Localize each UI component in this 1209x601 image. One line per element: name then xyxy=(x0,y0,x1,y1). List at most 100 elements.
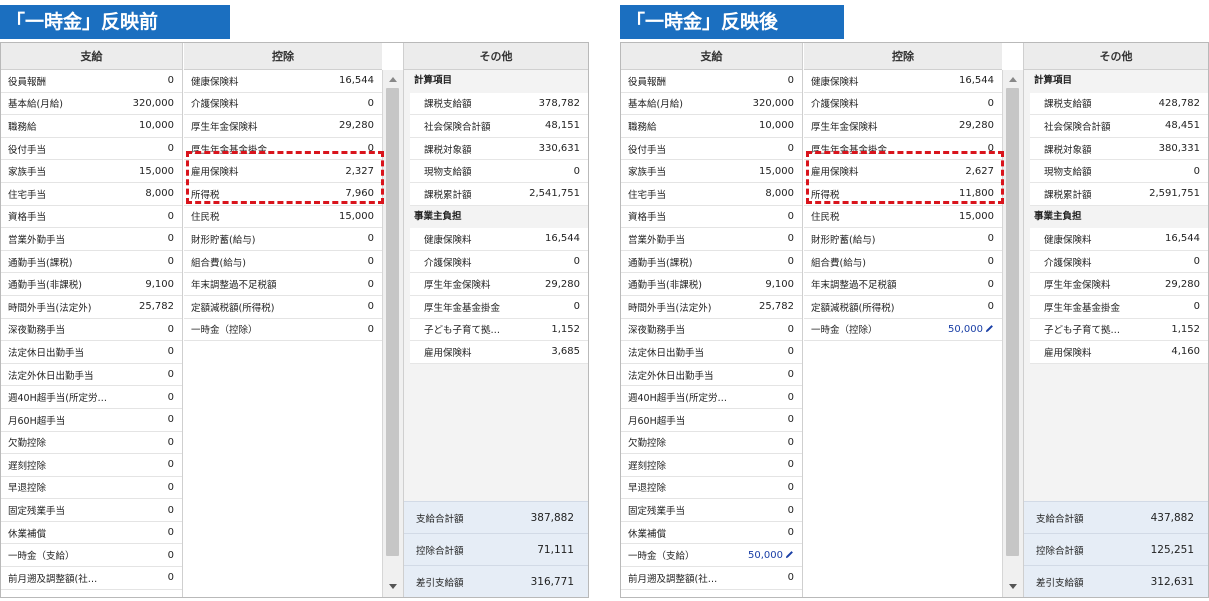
table-row[interactable]: 通勤手当(非課税) 9,100 xyxy=(1,273,182,296)
table-row[interactable]: 基本給(月給) 320,000 xyxy=(1,93,182,116)
table-row[interactable]: 家族手当 15,000 xyxy=(621,160,802,183)
table-row[interactable]: 時間外手当(法定外) 25,782 xyxy=(621,296,802,319)
table-row[interactable]: 前月遡及調整額(社… 0 xyxy=(1,567,182,590)
table-row[interactable]: 通勤手当(非課税) 9,100 xyxy=(621,273,802,296)
table-row[interactable]: 法定外休日出勤手当 0 xyxy=(621,364,802,387)
table-row[interactable]: 住宅手当 8,000 xyxy=(1,183,182,206)
table-row[interactable]: 住民税 15,000 xyxy=(804,206,1002,229)
table-row[interactable]: 固定残業手当 0 xyxy=(1,499,182,522)
table-row[interactable]: 役員報酬 0 xyxy=(621,70,802,93)
row-label: 時間外手当(法定外) xyxy=(628,302,712,314)
row-label: 欠勤控除 xyxy=(8,438,47,450)
other-row: 課税対象額 380,331 xyxy=(1030,137,1208,161)
table-row[interactable]: 役員報酬 0 xyxy=(1,70,182,93)
table-row[interactable]: 健康保険料 16,544 xyxy=(804,70,1002,93)
scroll-down-arrow-icon[interactable] xyxy=(1009,584,1017,589)
row-value-text: 0 xyxy=(787,369,794,381)
vertical-scrollbar[interactable] xyxy=(382,70,403,597)
table-row[interactable]: 通勤手当(課税) 0 xyxy=(1,251,182,274)
table-row[interactable]: 年末調整過不足税額 0 xyxy=(184,273,382,296)
table-row[interactable]: 基本給(月給) 320,000 xyxy=(621,93,802,116)
table-row[interactable]: 職務給 10,000 xyxy=(621,115,802,138)
table-row[interactable]: 介護保険料 0 xyxy=(804,93,1002,116)
table-row[interactable]: 厚生年金保険料 29,280 xyxy=(184,115,382,138)
table-row[interactable]: 組合費(給与) 0 xyxy=(184,251,382,274)
column-header-kojo: 控除 xyxy=(804,43,1002,70)
table-row[interactable]: 早退控除 0 xyxy=(621,477,802,500)
row-value-text: 0 xyxy=(367,97,374,109)
table-row[interactable]: 休業補償 0 xyxy=(621,522,802,545)
table-row[interactable]: 遅刻控除 0 xyxy=(621,454,802,477)
table-row[interactable]: 週40H超手当(所定労… 0 xyxy=(1,386,182,409)
table-row[interactable]: 財形貯蓄(給与) 0 xyxy=(184,228,382,251)
scrollbar-thumb[interactable] xyxy=(386,88,399,556)
table-row[interactable]: 通勤手当(課税) 0 xyxy=(621,251,802,274)
table-row[interactable]: 法定外休日出勤手当 0 xyxy=(1,364,182,387)
table-row[interactable]: 役付手当 0 xyxy=(1,138,182,161)
table-row[interactable]: 雇用保険料 2,627 xyxy=(804,160,1002,183)
table-row[interactable]: 営業外勤手当 0 xyxy=(1,228,182,251)
table-row[interactable]: 組合費(給与) 0 xyxy=(804,251,1002,274)
table-row[interactable]: 法定休日出勤手当 0 xyxy=(621,341,802,364)
table-row[interactable]: 住民税 15,000 xyxy=(184,206,382,229)
table-row[interactable]: 遅刻控除 0 xyxy=(1,454,182,477)
pencil-icon[interactable] xyxy=(785,550,794,559)
row-value: 11,800 xyxy=(959,188,994,199)
table-row[interactable]: 厚生年金保険料 29,280 xyxy=(804,115,1002,138)
row-label: 財形貯蓄(給与) xyxy=(191,234,256,246)
row-value[interactable]: 50,000 xyxy=(948,324,994,335)
column-other: その他 計算項目 課税支給額 378,782 社会保険合計額 48,151 課税対象額 33… xyxy=(403,43,588,597)
table-row[interactable]: 役付手当 0 xyxy=(621,138,802,161)
table-row[interactable]: 介護保険料 0 xyxy=(184,93,382,116)
table-row[interactable]: 住宅手当 8,000 xyxy=(621,183,802,206)
table-row[interactable]: 欠勤控除 0 xyxy=(621,432,802,455)
table-row[interactable]: 職務給 10,000 xyxy=(1,115,182,138)
table-row[interactable]: 資格手当 0 xyxy=(621,206,802,229)
table-row[interactable]: 深夜勤務手当 0 xyxy=(1,319,182,342)
vertical-scrollbar[interactable] xyxy=(1002,70,1023,597)
row-value: 29,280 xyxy=(959,120,994,131)
table-row[interactable]: 所得税 7,960 xyxy=(184,183,382,206)
table-row[interactable]: 欠勤控除 0 xyxy=(1,432,182,455)
table-row[interactable]: 厚生年金基金掛金 0 xyxy=(184,138,382,161)
table-row[interactable]: 定額減税額(所得税) 0 xyxy=(804,296,1002,319)
row-label: 組合費(給与) xyxy=(811,257,866,269)
row-value-text: 0 xyxy=(787,210,794,222)
scroll-down-arrow-icon[interactable] xyxy=(389,584,397,589)
scroll-up-arrow-icon[interactable] xyxy=(1009,77,1017,82)
pencil-icon[interactable] xyxy=(985,324,994,333)
table-row[interactable]: 一時金（支給） 50,000 xyxy=(621,544,802,568)
table-row[interactable]: 財形貯蓄(給与) 0 xyxy=(804,228,1002,251)
table-row[interactable]: 健康保険料 16,544 xyxy=(184,70,382,93)
table-row[interactable]: 早退控除 0 xyxy=(1,477,182,500)
table-row[interactable]: 家族手当 15,000 xyxy=(1,160,182,183)
row-label: 営業外勤手当 xyxy=(628,234,686,246)
scrollbar-thumb[interactable] xyxy=(1006,88,1019,556)
table-row[interactable]: 資格手当 0 xyxy=(1,206,182,229)
table-row[interactable]: 営業外勤手当 0 xyxy=(621,228,802,251)
table-row[interactable]: 一時金（控除） 50,000 xyxy=(804,319,1002,342)
table-row[interactable]: 所得税 11,800 xyxy=(804,183,1002,206)
row-label: 通勤手当(課税) xyxy=(628,257,693,269)
table-row[interactable]: 定額減税額(所得税) 0 xyxy=(184,296,382,319)
table-row[interactable]: 一時金（支給） 0 xyxy=(1,544,182,568)
table-row[interactable]: 前月遡及調整額(社… 0 xyxy=(621,567,802,590)
table-row[interactable]: 月60H超手当 0 xyxy=(1,409,182,432)
table-row[interactable]: 週40H超手当(所定労… 0 xyxy=(621,386,802,409)
row-value: 8,000 xyxy=(765,188,794,199)
row-value: 0 xyxy=(788,324,794,335)
table-row[interactable]: 一時金（控除） 0 xyxy=(184,319,382,342)
table-row[interactable]: 法定休日出勤手当 0 xyxy=(1,341,182,364)
row-value[interactable]: 50,000 xyxy=(748,550,794,561)
table-row[interactable]: 月60H超手当 0 xyxy=(621,409,802,432)
row-label: 課税対象額 xyxy=(424,144,472,156)
table-row[interactable]: 年末調整過不足税額 0 xyxy=(804,273,1002,296)
table-row[interactable]: 厚生年金基金掛金 0 xyxy=(804,138,1002,161)
table-row[interactable]: 深夜勤務手当 0 xyxy=(621,319,802,342)
table-row[interactable]: 時間外手当(法定外) 25,782 xyxy=(1,296,182,319)
scroll-up-arrow-icon[interactable] xyxy=(389,77,397,82)
table-row[interactable]: 固定残業手当 0 xyxy=(621,499,802,522)
table-row[interactable]: 休業補償 0 xyxy=(1,522,182,545)
table-row[interactable]: 雇用保険料 2,327 xyxy=(184,160,382,183)
row-value-text: 0 xyxy=(167,143,174,155)
